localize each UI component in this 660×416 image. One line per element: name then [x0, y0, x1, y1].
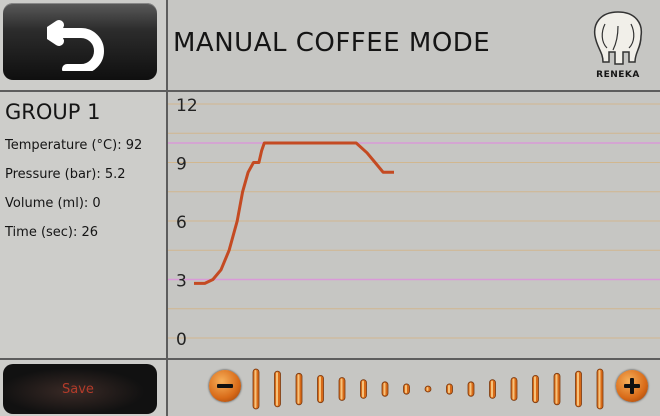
y-tick-label: 6	[176, 213, 187, 233]
intensity-bar-highlight	[297, 374, 300, 404]
intensity-bar-highlight	[340, 378, 343, 400]
decrease-button[interactable]	[209, 370, 241, 402]
intensity-bar-highlight	[426, 387, 429, 391]
save-label: Save	[62, 382, 94, 397]
pressure-readout: Pressure (bar): 5.2	[5, 167, 126, 182]
temperature-readout: Temperature (°C): 92	[5, 138, 143, 153]
intensity-bar-highlight	[383, 382, 386, 396]
logo-text: RENEKA	[596, 70, 640, 80]
intensity-bar-highlight	[555, 374, 558, 404]
series-line	[194, 141, 394, 285]
pressure-chart: 12 9 6 3 0	[168, 92, 660, 358]
intensity-bar-highlight	[254, 370, 257, 408]
y-tick-label: 0	[176, 330, 187, 350]
chart-canvas: 12 9 6 3 0	[168, 96, 660, 350]
y-tick-label: 3	[176, 272, 187, 292]
y-tick-label: 9	[176, 155, 187, 175]
page-title: MANUAL COFFEE MODE	[173, 28, 491, 58]
intensity-bar-highlight	[491, 380, 493, 398]
y-tick-label: 12	[176, 96, 198, 116]
intensity-bar-highlight	[319, 376, 321, 402]
intensity-bar-highlight	[448, 384, 450, 394]
increase-button[interactable]	[616, 370, 648, 402]
intensity-bar-highlight	[362, 380, 364, 398]
volume-readout: Volume (ml): 0	[5, 196, 101, 211]
intensity-bar-highlight	[469, 382, 472, 396]
minus-icon	[217, 384, 233, 388]
back-button[interactable]	[3, 3, 157, 80]
group-title: GROUP 1	[5, 100, 101, 124]
time-readout: Time (sec): 26	[5, 225, 99, 240]
intensity-slider[interactable]	[245, 364, 615, 414]
plus-icon	[624, 378, 640, 394]
divider-bottom	[0, 358, 660, 360]
intensity-bar-highlight	[598, 370, 601, 408]
back-arrow-icon	[47, 20, 104, 71]
intensity-bar-highlight	[405, 384, 407, 394]
group-info: GROUP 1 Temperature (°C): 92 Pressure (b…	[5, 100, 163, 254]
intensity-bar-highlight	[276, 372, 278, 406]
intensity-bar-highlight	[577, 372, 579, 406]
intensity-bar-highlight	[534, 376, 536, 402]
intensity-bar-highlight	[512, 378, 515, 400]
